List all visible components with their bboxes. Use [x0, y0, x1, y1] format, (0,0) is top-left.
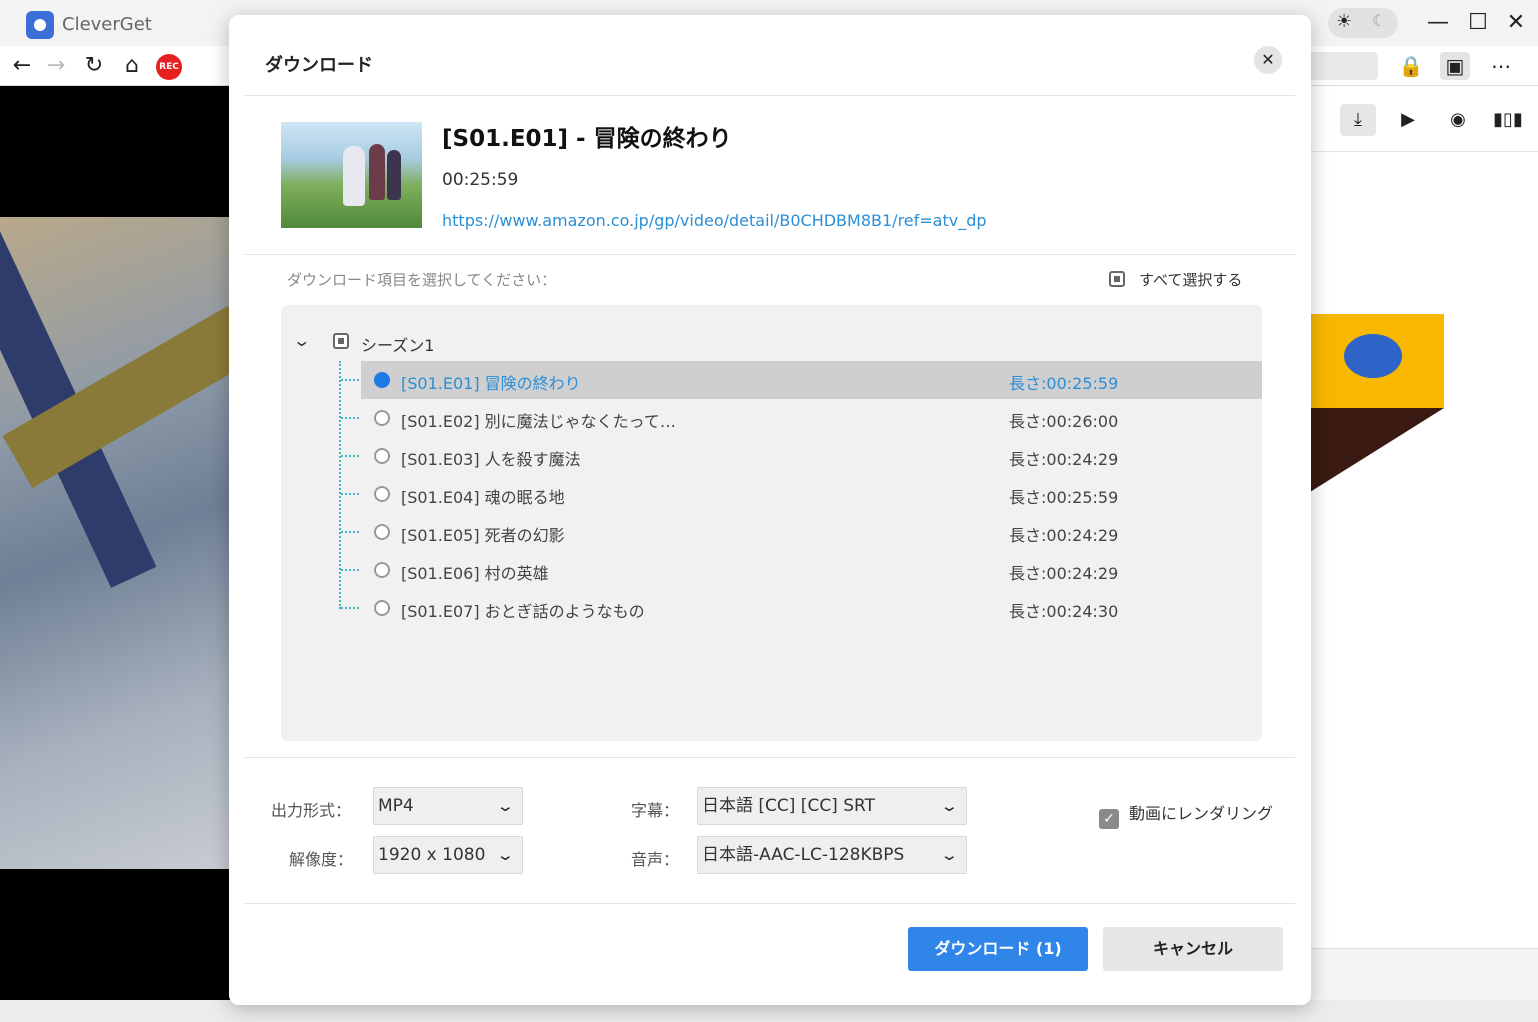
right-side-panel: ⤓ ▶ ◉ ▮▯▮	[1310, 86, 1538, 1000]
episode-list: ⌄ シーズン1 [S01.E01] 冒険の終わり 長さ:00:25:59 [S0…	[281, 305, 1262, 741]
episode-row[interactable]: [S01.E06] 村の英雄 長さ:00:24:29	[341, 551, 1262, 589]
format-value: MP4	[378, 796, 414, 816]
chevron-down-icon[interactable]: ⌄	[292, 331, 311, 350]
theme-toggle[interactable]: ☀ ☾	[1328, 8, 1398, 38]
forward-arrow-icon[interactable]: →	[42, 52, 70, 80]
episode-length: 長さ:00:24:29	[1009, 450, 1119, 469]
season-row[interactable]: ⌄ シーズン1	[281, 327, 1261, 357]
episode-row[interactable]: [S01.E04] 魂の眠る地 長さ:00:25:59	[341, 475, 1262, 513]
select-prompt: ダウンロード項目を選択してください：	[287, 271, 557, 289]
subtitle-value: 日本語 [CC] [CC] SRT	[702, 796, 875, 816]
episode-name: [S01.E02] 別に魔法じゃなくたって…	[401, 412, 676, 431]
radio-button[interactable]	[374, 486, 390, 502]
download-dialog: ダウンロード ✕ [S01.E01] - 冒険の終わり 00:25:59 htt…	[229, 15, 1311, 1005]
chevron-down-icon: ⌄	[496, 846, 516, 864]
episode-name: [S01.E03] 人を殺す魔法	[401, 450, 581, 469]
app-title: CleverGet	[62, 14, 152, 35]
season-label: シーズン1	[361, 336, 435, 355]
back-arrow-icon[interactable]: ←	[8, 52, 36, 80]
promo-banner[interactable]	[1310, 314, 1444, 408]
radio-button[interactable]	[374, 524, 390, 540]
radio-button[interactable]	[374, 410, 390, 426]
season-checkbox[interactable]	[333, 333, 349, 349]
download-icon[interactable]: ⤓	[1340, 104, 1376, 136]
cleverget-logo-icon	[1344, 334, 1402, 378]
more-options-icon[interactable]: ⋯	[1486, 52, 1516, 80]
chevron-down-icon: ⌄	[940, 797, 960, 815]
checkbox-icon	[1109, 271, 1125, 287]
record-button[interactable]: REC	[156, 54, 182, 80]
select-all-label: すべて選択する	[1139, 271, 1243, 289]
episode-length: 長さ:00:25:59	[1009, 374, 1119, 393]
episode-name: [S01.E06] 村の英雄	[401, 564, 549, 583]
episode-row[interactable]: [S01.E03] 人を殺す魔法 長さ:00:24:29	[341, 437, 1262, 475]
resolution-value: 1920 x 1080	[378, 845, 486, 865]
reload-icon[interactable]: ↻	[80, 52, 108, 80]
chevron-down-icon: ⌄	[496, 797, 516, 815]
episode-length: 長さ:00:25:59	[1009, 488, 1119, 507]
episode-row[interactable]: [S01.E05] 死者の幻影 長さ:00:24:29	[341, 513, 1262, 551]
episode-length: 長さ:00:24:30	[1009, 602, 1119, 621]
video-duration: 00:25:59	[442, 170, 519, 190]
video-url[interactable]: https://www.amazon.co.jp/gp/video/detail…	[442, 211, 987, 230]
checkmark-icon: ✓	[1099, 809, 1119, 829]
dialog-title: ダウンロード	[265, 55, 373, 76]
app-logo-icon	[26, 11, 54, 39]
subtitle-label: 字幕：	[631, 801, 680, 820]
maximize-button[interactable]: ☐	[1458, 8, 1498, 38]
resolution-select[interactable]: 1920 x 1080 ⌄	[373, 836, 523, 874]
minimize-button[interactable]: —	[1418, 8, 1458, 38]
episode-name: [S01.E01] 冒険の終わり	[401, 374, 581, 393]
episode-row[interactable]: [S01.E07] おとぎ話のようなもの 長さ:00:24:30	[341, 589, 1262, 627]
radio-button[interactable]	[374, 448, 390, 464]
lock-icon[interactable]: 🔒	[1396, 52, 1426, 80]
radio-button[interactable]	[374, 562, 390, 578]
episode-length: 長さ:00:24:29	[1009, 564, 1119, 583]
audio-label: 音声：	[631, 850, 680, 869]
format-label: 出力形式：	[271, 801, 352, 820]
cancel-button[interactable]: キャンセル	[1103, 927, 1283, 971]
episode-name: [S01.E05] 死者の幻影	[401, 526, 565, 545]
panel-toolbar: ⤓ ▶ ◉ ▮▯▮	[1310, 86, 1538, 152]
video-frame	[0, 217, 230, 869]
audio-value: 日本語-AAC-LC-128KBPS	[702, 845, 905, 865]
episode-name: [S01.E04] 魂の眠る地	[401, 488, 565, 507]
episode-row[interactable]: [S01.E01] 冒険の終わり 長さ:00:25:59	[341, 361, 1262, 399]
render-label: 動画にレンダリング	[1129, 804, 1274, 823]
youtube-icon[interactable]: ▶	[1390, 104, 1426, 136]
resolution-label: 解像度：	[289, 850, 354, 869]
radio-button[interactable]	[374, 600, 390, 616]
video-thumbnail	[281, 122, 422, 228]
video-download-icon[interactable]: ▣	[1440, 52, 1470, 80]
episode-name: [S01.E07] おとぎ話のようなもの	[401, 602, 645, 621]
home-icon[interactable]: ⌂	[118, 52, 146, 80]
format-select[interactable]: MP4 ⌄	[373, 787, 523, 825]
dialog-close-button[interactable]: ✕	[1254, 46, 1282, 74]
radio-button[interactable]	[374, 372, 390, 388]
video-title: [S01.E01] - 冒険の終わり	[442, 126, 732, 152]
chevron-down-icon: ⌄	[940, 846, 960, 864]
select-all-checkbox[interactable]: すべて選択する	[1109, 269, 1242, 290]
video-icon[interactable]: ◉	[1440, 104, 1476, 136]
address-bar[interactable]	[1300, 52, 1378, 80]
download-button[interactable]: ダウンロード (1)	[908, 927, 1088, 971]
episode-length: 長さ:00:24:29	[1009, 526, 1119, 545]
moon-icon: ☾	[1372, 11, 1387, 30]
episode-length: 長さ:00:26:00	[1009, 412, 1119, 431]
episode-row[interactable]: [S01.E02] 別に魔法じゃなくたって… 長さ:00:26:00	[341, 399, 1262, 437]
sun-icon: ☀	[1336, 11, 1353, 32]
subtitle-select[interactable]: 日本語 [CC] [CC] SRT ⌄	[697, 787, 967, 825]
audio-wave-icon[interactable]: ▮▯▮	[1490, 104, 1526, 136]
audio-select[interactable]: 日本語-AAC-LC-128KBPS ⌄	[697, 836, 967, 874]
window-close-button[interactable]: ✕	[1496, 8, 1536, 38]
render-checkbox[interactable]: ✓ 動画にレンダリング	[1099, 800, 1273, 829]
